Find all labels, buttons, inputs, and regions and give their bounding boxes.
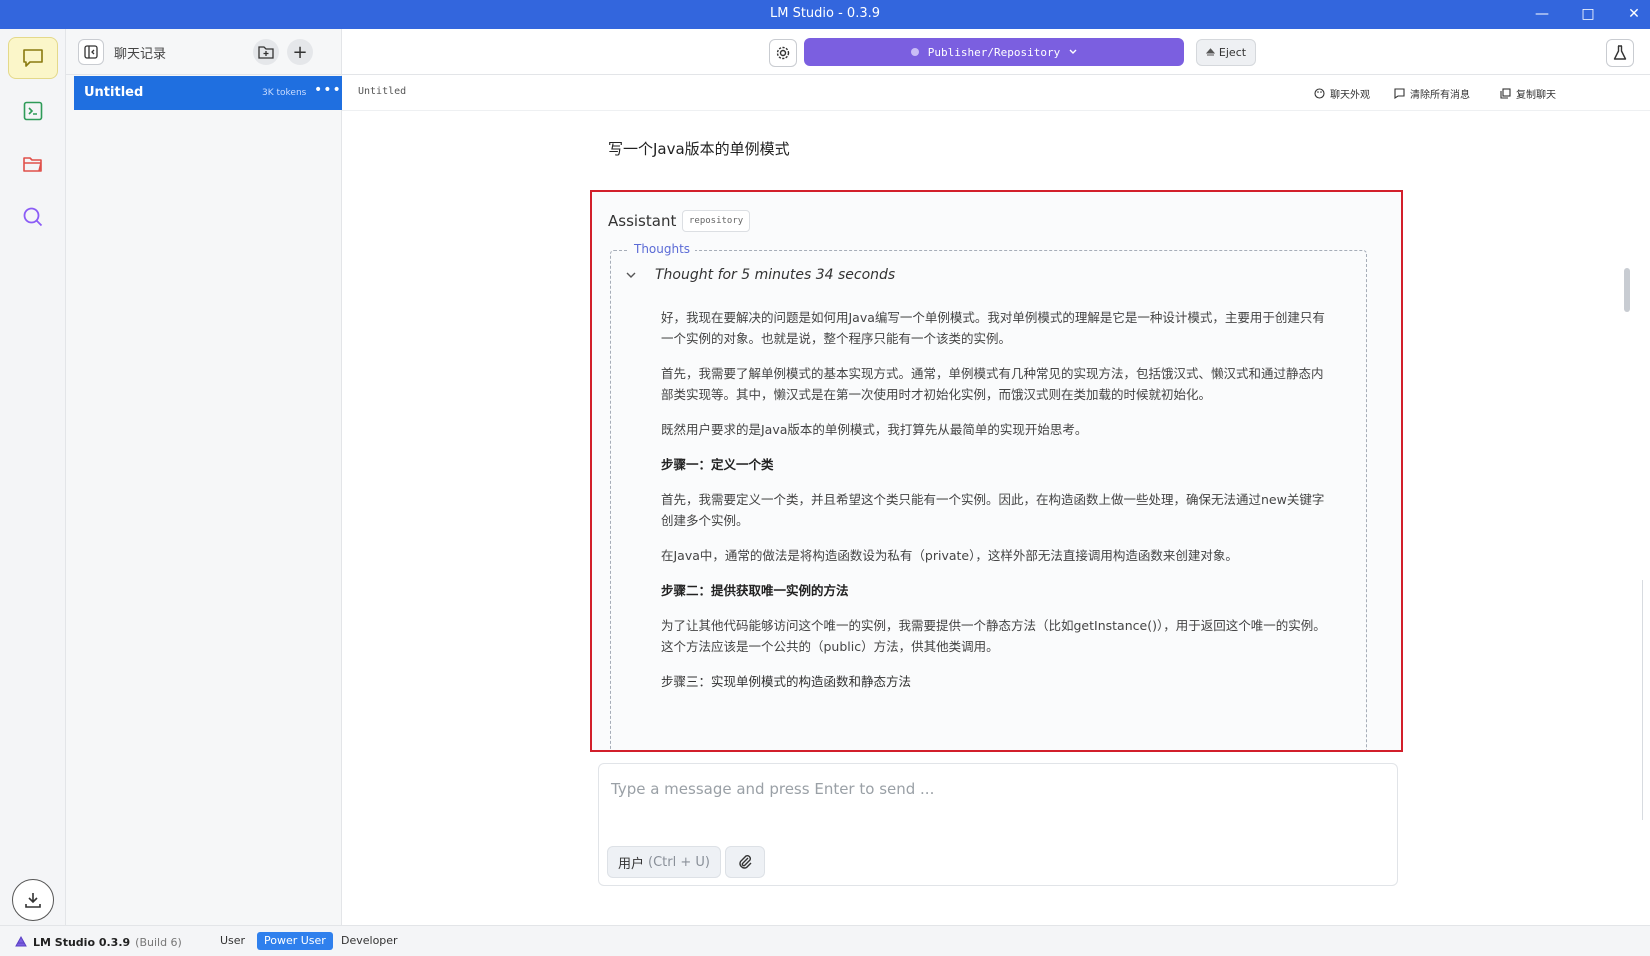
plus-icon: + [292,41,308,63]
terminal-icon [23,101,43,121]
role-selector-button[interactable]: 用户 (Ctrl + U) [607,846,721,878]
thought-paragraph: 在Java中，通常的做法是将构造函数设为私有（private），这样外部无法直接… [661,548,1238,563]
thought-step-heading: 步骤三：实现单例模式的构造函数和静态方法 [661,674,912,689]
clear-icon [1394,88,1405,99]
thought-content: 好，我现在要解决的问题是如何用Java编写一个单例模式。我对单例模式的理解是它是… [661,307,1326,706]
model-label: Publisher/Repository [927,45,1061,59]
app-brand: LM Studio 0.3.9 (Build 6) [14,935,182,949]
thoughts-legend: Thoughts [629,242,696,256]
chevron-down-icon [1069,49,1077,54]
thoughts-panel: Thoughts Thought for 5 minutes 34 second… [610,242,1367,750]
app-build: (Build 6) [135,935,182,949]
copy-icon [1500,88,1511,99]
copy-chat-button[interactable]: 复制聊天 [1500,86,1556,101]
clear-messages-button[interactable]: 清除所有消息 [1394,86,1470,101]
download-button[interactable] [12,879,54,921]
close-button[interactable]: ✕ [1622,4,1646,24]
model-icon [910,48,919,56]
eject-button[interactable]: Eject [1196,39,1256,66]
thought-paragraph: 首先，我需要了解单例模式的基本实现方式。通常，单例模式有几种常见的实现方法，包括… [661,366,1324,402]
clear-messages-label: 清除所有消息 [1410,90,1470,101]
assistant-name: Assistant [608,212,677,230]
chat-list-header: 聊天记录 + [66,29,342,75]
developer-nav-button[interactable] [8,90,58,132]
palette-icon [1314,88,1325,99]
mode-user-button[interactable]: User [213,932,252,950]
folder-icon [23,157,42,172]
search-nav-button[interactable] [8,196,58,238]
chat-name: Untitled [84,85,144,100]
chat-list-panel: 聊天记录 + Untitled 3K tokens ••• [66,29,342,925]
new-folder-button[interactable] [253,39,279,65]
user-message: 写一个Java版本的单例模式 [608,140,790,158]
icon-rail [0,29,66,925]
minimize-button[interactable]: — [1530,4,1554,24]
flask-icon [1613,45,1627,60]
thought-paragraph: 好，我现在要解决的问题是如何用Java编写一个单例模式。我对单例模式的理解是它是… [661,310,1325,346]
new-chat-button[interactable]: + [287,39,313,65]
chat-icon [23,49,43,67]
mode-developer-button[interactable]: Developer [334,932,405,950]
window-title: LM Studio - 0.3.9 [769,6,881,21]
thought-step-heading: 步骤一：定义一个类 [661,457,774,472]
model-badge: repository [682,210,751,232]
message-composer[interactable]: Type a message and press Enter to send .… [598,763,1398,886]
mode-power-user-button[interactable]: Power User [257,932,333,950]
thought-paragraph: 既然用户要求的是Java版本的单例模式，我打算先从最简单的实现开始思考。 [661,422,1088,437]
chat-appearance-button[interactable]: 聊天外观 [1314,86,1370,101]
assistant-message: Assistant repository Thoughts Thought fo… [590,190,1403,752]
app-version: LM Studio 0.3.9 [33,935,131,949]
chevron-down-icon [626,272,636,278]
thought-step-heading: 步骤二：提供获取唯一实例的方法 [661,583,849,598]
sidebar-toggle-button[interactable] [78,39,104,65]
chat-list-title: 聊天记录 [114,47,167,62]
maximize-button[interactable]: □ [1576,4,1600,24]
model-selector-button[interactable]: Publisher/Repository [804,38,1184,66]
thought-duration: Thought for 5 minutes 34 seconds [655,267,896,283]
chat-breadcrumb: Untitled [358,86,407,97]
top-toolbar: Publisher/Repository Eject [342,29,1650,75]
window-edge [1642,580,1650,820]
message-input[interactable]: Type a message and press Enter to send .… [611,780,934,798]
lmstudio-logo-icon [15,935,27,947]
search-icon [23,207,43,227]
eject-label: Eject [1218,46,1247,59]
models-nav-button[interactable] [8,143,58,185]
settings-button[interactable] [769,39,797,67]
chat-subheader: Untitled 聊天外观 清除所有消息 复制聊天 [342,75,1650,111]
title-bar: LM Studio - 0.3.9 — □ ✕ [0,0,1650,29]
status-bar: LM Studio 0.3.9 (Build 6) User Power Use… [0,925,1650,956]
chat-appearance-label: 聊天外观 [1330,90,1370,101]
thought-paragraph: 为了让其他代码能够访问这个唯一的实例，我需要提供一个静态方法（比如getInst… [661,618,1326,654]
role-shortcut-hint: (Ctrl + U) [648,854,710,870]
role-label: 用户 [618,856,645,872]
attach-file-button[interactable] [725,846,765,878]
more-options-icon[interactable]: ••• [314,82,342,98]
thoughts-toggle[interactable]: Thought for 5 minutes 34 seconds [625,267,895,283]
eject-icon [1205,48,1215,56]
chat-scrollbar[interactable] [1624,268,1630,312]
chat-list-item[interactable]: Untitled 3K tokens ••• [74,76,342,110]
download-icon [25,893,41,908]
chat-token-count: 3K tokens [262,88,307,98]
paperclip-icon [739,855,752,869]
sidebar-toggle-icon [84,45,98,59]
copy-chat-label: 复制聊天 [1516,90,1556,101]
gear-icon [776,46,790,60]
chat-nav-button[interactable] [8,37,58,79]
experiments-button[interactable] [1606,39,1634,67]
new-folder-icon [258,46,274,59]
thought-paragraph: 首先，我需要定义一个类，并且希望这个类只能有一个实例。因此，在构造函数上做一些处… [661,492,1325,528]
